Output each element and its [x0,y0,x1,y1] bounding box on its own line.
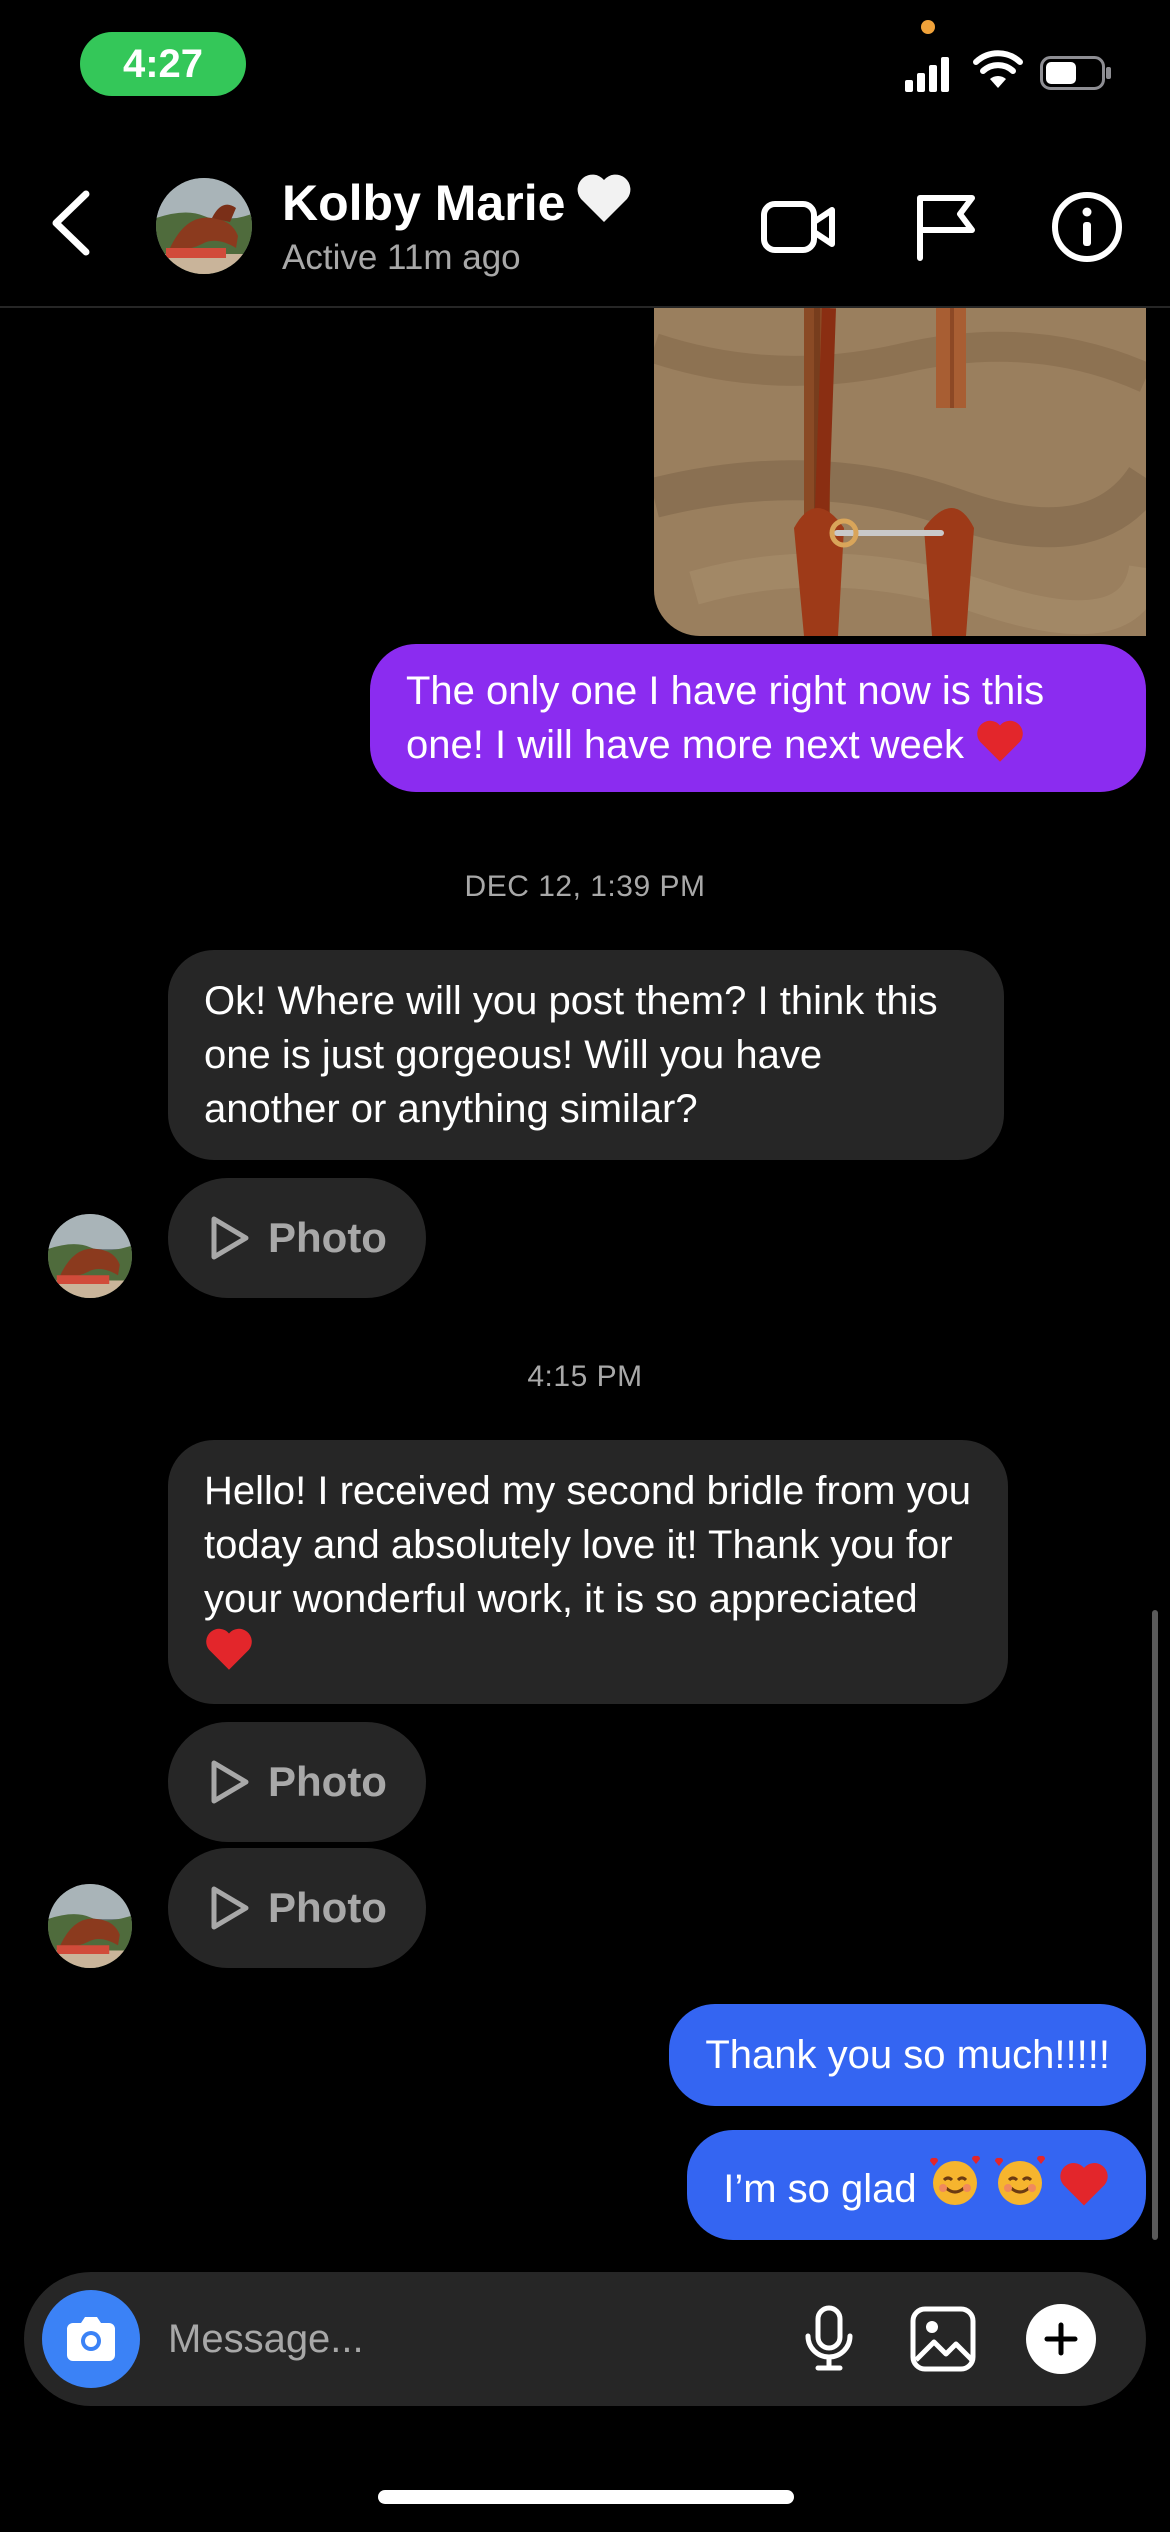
camera-icon [67,2317,115,2361]
home-indicator[interactable] [378,2490,794,2504]
play-icon [211,1216,249,1260]
microphone-icon[interactable] [794,2304,864,2374]
more-options-button[interactable] [1026,2304,1096,2374]
active-status: Active 11m ago [282,238,521,277]
smiling-face-with-hearts-emoji [994,2155,1045,2205]
video-call-icon[interactable] [760,192,836,262]
photo-attachment-button[interactable]: Photo [168,1178,426,1298]
status-time: 4:27 [80,32,246,96]
sent-photo-bridle[interactable] [654,308,1146,636]
signal-icon [905,57,949,92]
incoming-message[interactable]: Ok! Where will you post them? I think th… [168,950,1004,1160]
photo-attachment-button[interactable]: Photo [168,1848,426,1968]
outgoing-message[interactable]: I’m so glad [687,2130,1146,2240]
red-heart-emoji [977,720,1023,762]
scrollbar[interactable] [1152,1610,1158,2240]
red-heart-emoji [1060,2163,1108,2206]
play-icon [211,1760,249,1804]
message-composer [24,2272,1146,2406]
white-heart-icon [577,174,631,222]
chat-header: Kolby Marie Active 11m ago [0,130,1170,308]
timestamp: 4:15 PM [527,1360,643,1393]
outgoing-message[interactable]: Thank you so much!!!!! [669,2004,1146,2106]
sender-avatar[interactable] [48,1884,132,1968]
gallery-icon[interactable] [908,2304,978,2374]
photo-attachment-button[interactable]: Photo [168,1722,426,1842]
red-heart-emoji [206,1628,252,1670]
plus-icon [1044,2322,1078,2356]
info-icon[interactable] [1050,190,1124,264]
contact-avatar[interactable] [156,178,252,274]
sender-avatar[interactable] [48,1214,132,1298]
wifi-icon [973,50,1023,88]
play-icon [211,1886,249,1930]
incoming-message[interactable]: Hello! I received my second bridle from … [168,1440,1008,1704]
camera-in-use-indicator [921,20,935,34]
battery-icon [1040,56,1111,90]
contact-name[interactable]: Kolby Marie [282,172,633,232]
outgoing-message[interactable]: The only one I have right now is this on… [370,644,1146,792]
message-input[interactable] [168,2306,788,2372]
back-chevron-icon[interactable] [44,188,104,258]
flag-icon[interactable] [908,192,984,262]
camera-button[interactable] [42,2290,140,2388]
status-bar: 4:27 [0,0,1170,130]
smiling-face-with-hearts-emoji [929,2155,980,2205]
timestamp: DEC 12, 1:39 PM [464,870,706,903]
